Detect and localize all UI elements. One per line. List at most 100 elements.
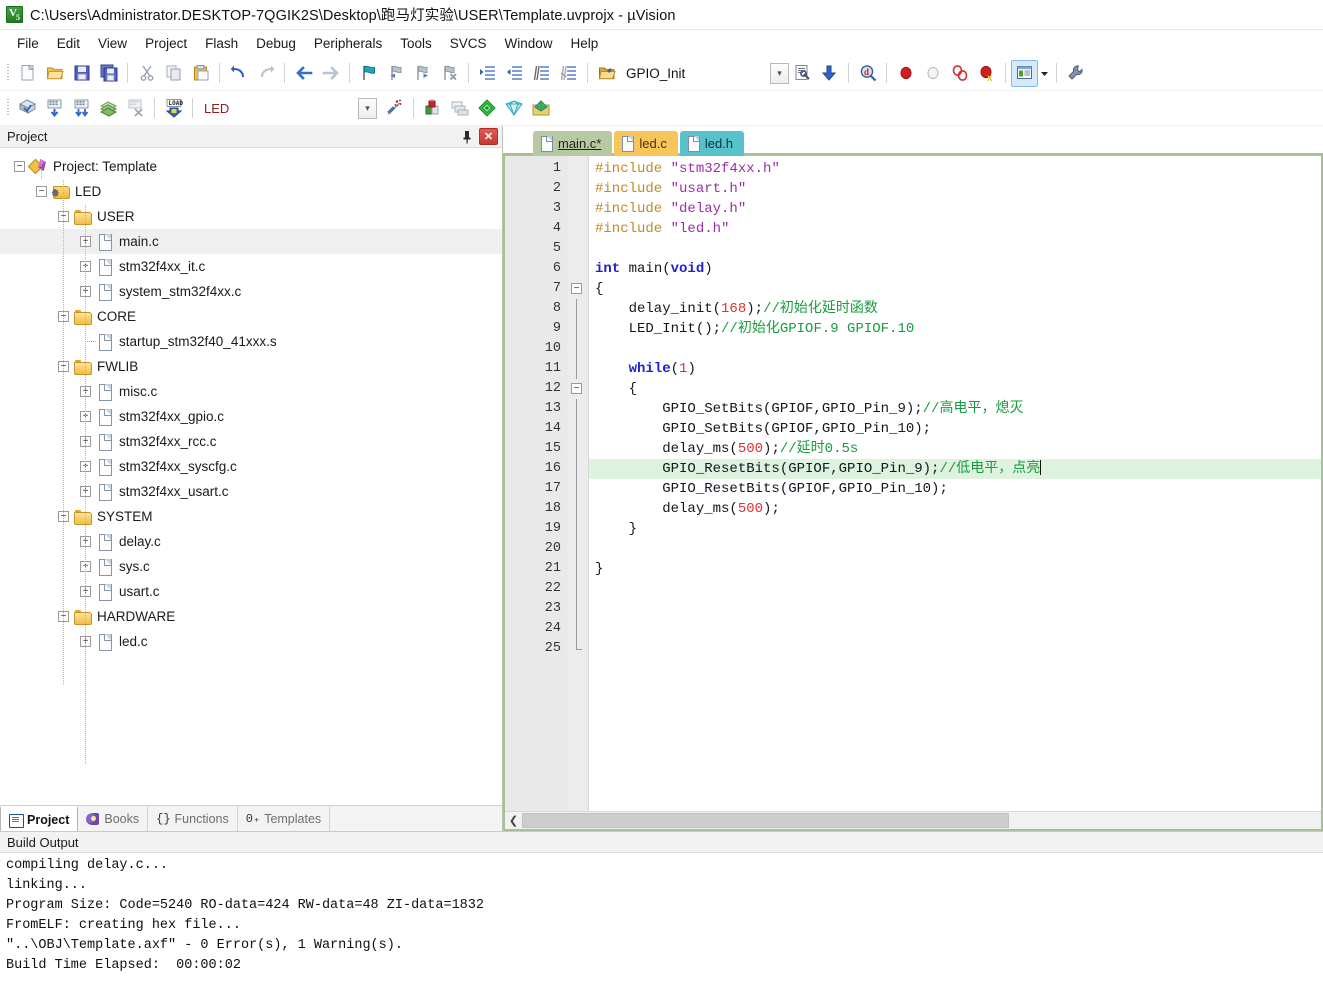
tree-item[interactable]: +stm32f4xx_rcc.c: [0, 429, 502, 454]
save-icon[interactable]: [68, 60, 95, 87]
rebuild-all-icon[interactable]: [68, 95, 95, 122]
code-line[interactable]: GPIO_SetBits(GPIOF,GPIO_Pin_9);//高电平，熄灭: [589, 399, 1321, 419]
configure-tools-icon[interactable]: [1062, 60, 1089, 87]
comment-lines-icon[interactable]: [528, 60, 555, 87]
tree-item[interactable]: +main.c: [0, 229, 502, 254]
menu-item-project[interactable]: Project: [136, 33, 196, 54]
target-options-icon[interactable]: [381, 95, 408, 122]
pin-icon[interactable]: [459, 129, 475, 145]
menu-item-tools[interactable]: Tools: [391, 33, 441, 54]
code-line[interactable]: delay_ms(500);: [589, 499, 1321, 519]
tree-collapse-icon[interactable]: −: [14, 161, 25, 172]
indent-decrease-icon[interactable]: [501, 60, 528, 87]
code-line[interactable]: {: [589, 379, 1321, 399]
find-in-files-icon[interactable]: d: [854, 60, 881, 87]
indent-increase-icon[interactable]: [474, 60, 501, 87]
manage-runtime-env-icon[interactable]: [500, 95, 527, 122]
editor-horizontal-scrollbar[interactable]: ❮: [505, 811, 1321, 829]
code-line[interactable]: delay_ms(500);//延时0.5s: [589, 439, 1321, 459]
toolbar-grip[interactable]: [5, 62, 12, 84]
code-text-area[interactable]: #include "stm32f4xx.h" #include "usart.h"…: [589, 156, 1321, 811]
tree-item[interactable]: +led.c: [0, 629, 502, 654]
undo-icon[interactable]: [225, 60, 252, 87]
chevron-left-icon[interactable]: ❮: [505, 812, 522, 829]
toolbar-grip[interactable]: [5, 97, 12, 119]
code-line[interactable]: [589, 239, 1321, 259]
manage-components-icon[interactable]: [527, 95, 554, 122]
manage-project-items-icon[interactable]: [419, 95, 446, 122]
tree-item[interactable]: −SYSTEM: [0, 504, 502, 529]
open-folder-icon[interactable]: [593, 60, 620, 87]
editor-tab-led-h[interactable]: led.h: [679, 131, 745, 156]
code-line[interactable]: #include "delay.h": [589, 199, 1321, 219]
code-line[interactable]: }: [589, 519, 1321, 539]
tree-item[interactable]: −FWLIB: [0, 354, 502, 379]
tree-item[interactable]: +stm32f4xx_it.c: [0, 254, 502, 279]
code-line[interactable]: [589, 539, 1321, 559]
window-layout-icon[interactable]: [1011, 59, 1038, 87]
fold-toggle-icon[interactable]: −: [571, 383, 582, 394]
code-line[interactable]: [589, 579, 1321, 599]
build-target-icon[interactable]: [41, 95, 68, 122]
pane-tab-functions[interactable]: {} Functions: [148, 806, 238, 831]
breakpoint-kill-all-icon[interactable]: [946, 60, 973, 87]
menu-item-file[interactable]: File: [8, 33, 48, 54]
tree-item[interactable]: +sys.c: [0, 554, 502, 579]
insert-include-icon[interactable]: [816, 60, 843, 87]
menu-item-edit[interactable]: Edit: [48, 33, 89, 54]
editor-tab-main-c-[interactable]: main.c*: [533, 131, 613, 156]
menu-item-debug[interactable]: Debug: [247, 33, 305, 54]
function-dropdown-arrow[interactable]: ▾: [770, 62, 789, 84]
redo-icon[interactable]: [252, 60, 279, 87]
function-name-field[interactable]: GPIO_Init: [620, 66, 770, 81]
tree-item[interactable]: +system_stm32f4xx.c: [0, 279, 502, 304]
new-file-icon[interactable]: [14, 60, 41, 87]
code-line[interactable]: [589, 599, 1321, 619]
code-line[interactable]: delay_init(168);//初始化延时函数: [589, 299, 1321, 319]
bookmark-clear-icon[interactable]: [436, 60, 463, 87]
tree-collapse-icon[interactable]: −: [36, 186, 47, 197]
code-line[interactable]: {: [589, 279, 1321, 299]
code-line[interactable]: GPIO_SetBits(GPIOF,GPIO_Pin_10);: [589, 419, 1321, 439]
menu-item-flash[interactable]: Flash: [196, 33, 247, 54]
code-line[interactable]: [589, 339, 1321, 359]
build-output-text[interactable]: compiling delay.c... linking... Program Si…: [0, 853, 1323, 981]
target-selector-value[interactable]: LED: [198, 101, 358, 116]
tree-item[interactable]: +misc.c: [0, 379, 502, 404]
pane-tab-project[interactable]: Project: [0, 806, 79, 831]
menu-item-window[interactable]: Window: [495, 33, 561, 54]
tree-item[interactable]: − LED: [0, 179, 502, 204]
tree-item[interactable]: +delay.c: [0, 529, 502, 554]
tree-item[interactable]: +stm32f4xx_syscfg.c: [0, 454, 502, 479]
tree-item[interactable]: +stm32f4xx_gpio.c: [0, 404, 502, 429]
menu-item-peripherals[interactable]: Peripherals: [305, 33, 391, 54]
code-line[interactable]: #include "usart.h": [589, 179, 1321, 199]
translate-file-icon[interactable]: [14, 95, 41, 122]
code-line[interactable]: #include "stm32f4xx.h": [589, 159, 1321, 179]
menu-item-svcs[interactable]: SVCS: [441, 33, 496, 54]
tree-item[interactable]: −USER: [0, 204, 502, 229]
bookmark-next-icon[interactable]: [409, 60, 436, 87]
close-icon[interactable]: ✕: [479, 128, 498, 145]
hscroll-track[interactable]: [522, 813, 1321, 828]
configure-debug-icon[interactable]: [789, 60, 816, 87]
code-line[interactable]: }: [589, 559, 1321, 579]
code-line[interactable]: while(1): [589, 359, 1321, 379]
menu-item-help[interactable]: Help: [562, 33, 608, 54]
code-line[interactable]: GPIO_ResetBits(GPIOF,GPIO_Pin_10);: [589, 479, 1321, 499]
menu-item-view[interactable]: View: [89, 33, 136, 54]
code-line[interactable]: GPIO_ResetBits(GPIOF,GPIO_Pin_9);//低电平，点…: [589, 459, 1321, 479]
code-line[interactable]: #include "led.h": [589, 219, 1321, 239]
cut-icon[interactable]: [133, 60, 160, 87]
code-line[interactable]: int main(void): [589, 259, 1321, 279]
project-tree[interactable]: −Project: Template−LED−USER+main.c+stm32…: [0, 148, 502, 805]
code-line[interactable]: LED_Init();//初始化GPIOF.9 GPIOF.10: [589, 319, 1321, 339]
code-folding-margin[interactable]: − −: [567, 156, 589, 811]
bookmark-prev-icon[interactable]: [382, 60, 409, 87]
breakpoint-insert-icon[interactable]: [892, 60, 919, 87]
tree-item[interactable]: − Project: Template: [0, 154, 502, 179]
target-dropdown-arrow[interactable]: ▾: [358, 97, 377, 119]
copy-icon[interactable]: [160, 60, 187, 87]
breakpoint-disable-icon[interactable]: [919, 60, 946, 87]
tree-item[interactable]: startup_stm32f40_41xxx.s: [0, 329, 502, 354]
